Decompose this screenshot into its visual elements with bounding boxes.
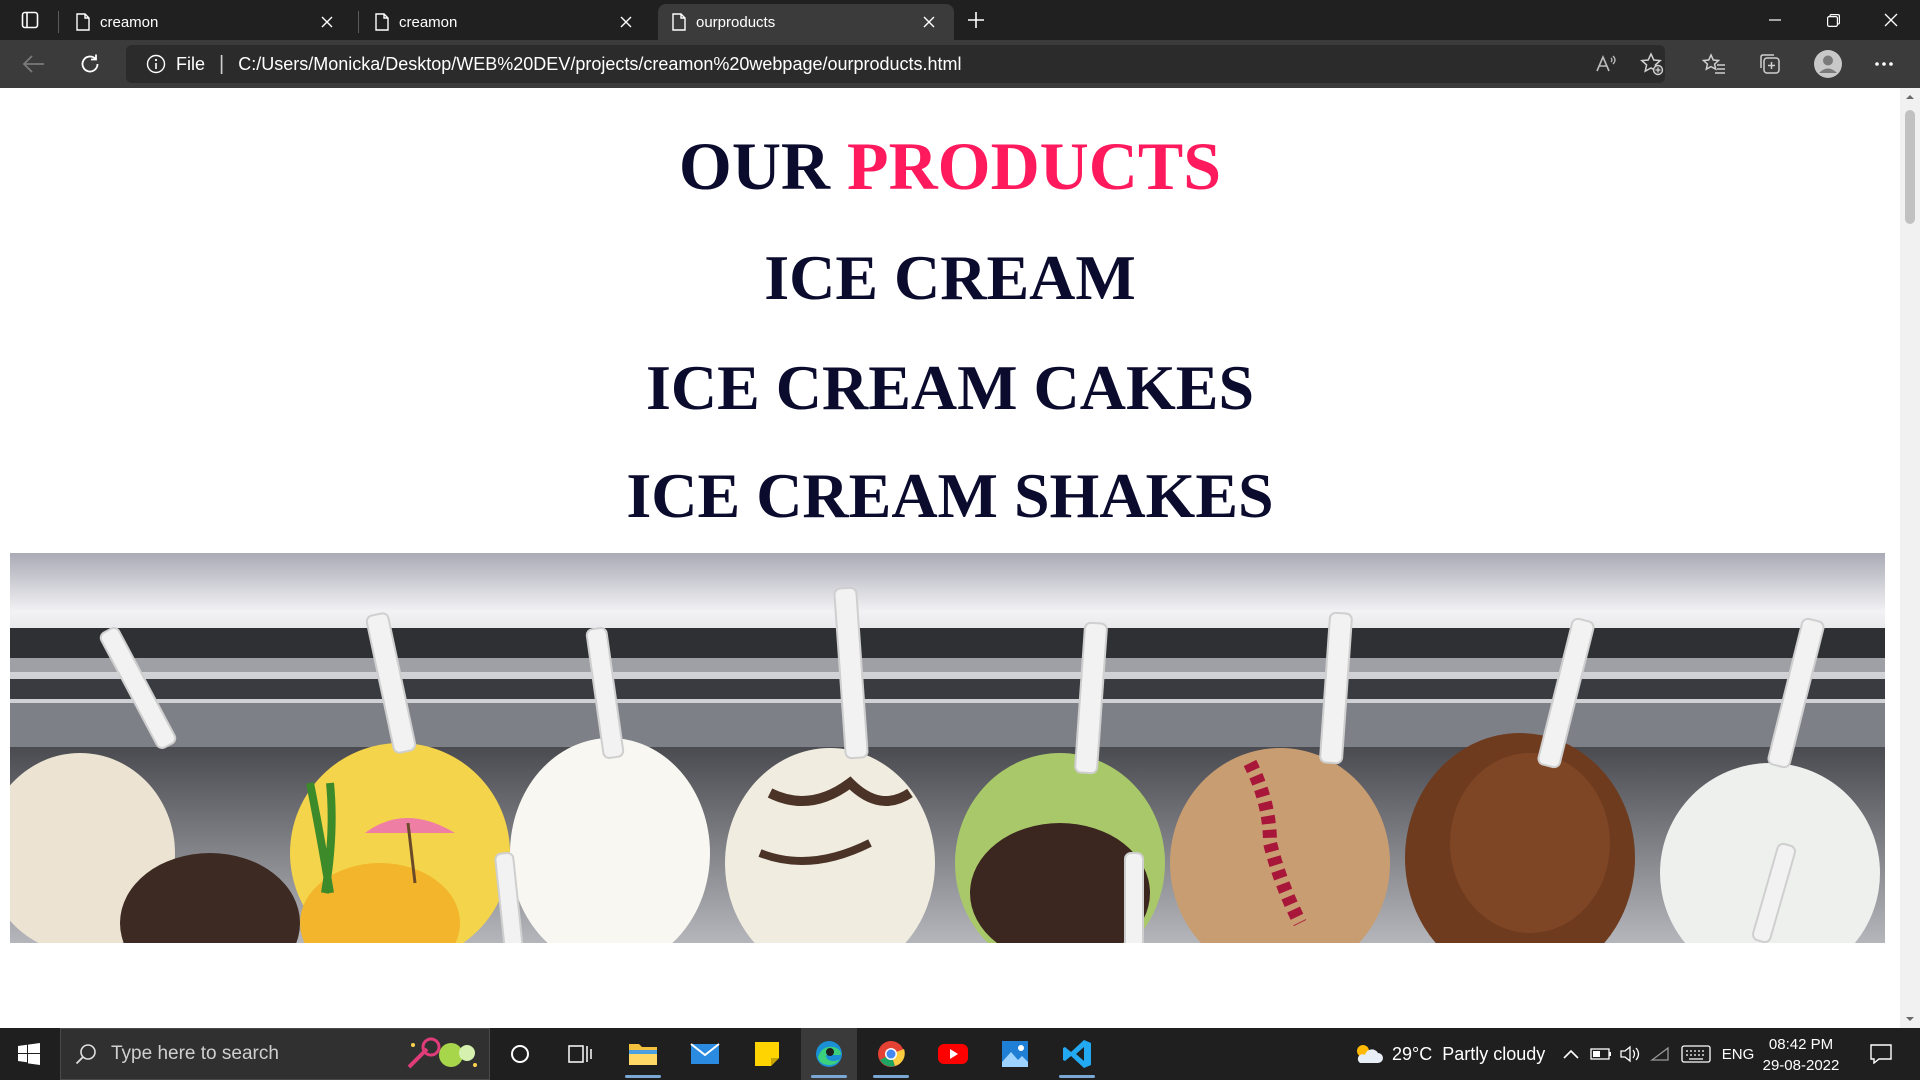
mail-app[interactable] xyxy=(677,1028,733,1080)
address-bar[interactable]: File | C:/Users/Monicka/Desktop/WEB%20DE… xyxy=(126,45,1665,83)
page-icon xyxy=(375,13,389,31)
plus-icon xyxy=(968,12,984,28)
page-icon xyxy=(76,13,90,31)
close-window-button[interactable] xyxy=(1862,0,1920,40)
url-text[interactable]: C:/Users/Monicka/Desktop/WEB%20DEV/proje… xyxy=(238,54,961,75)
sticky-notes-app[interactable] xyxy=(739,1028,795,1080)
cortana-icon xyxy=(511,1045,529,1063)
task-view-button[interactable] xyxy=(552,1028,608,1080)
edge-app[interactable] xyxy=(801,1028,857,1080)
new-tab-button[interactable] xyxy=(960,6,992,34)
tab-title: ourproducts xyxy=(696,13,776,31)
scroll-down-arrow-icon[interactable] xyxy=(1905,1014,1915,1024)
partly-cloudy-icon xyxy=(1357,1045,1383,1063)
browser-tab-bar: creamon creamon ourproducts xyxy=(0,0,1920,40)
taskbar-search[interactable]: Type here to search xyxy=(60,1028,490,1080)
volume-icon[interactable] xyxy=(1618,1028,1644,1080)
gelato-display-image xyxy=(10,553,1885,943)
tab-separator xyxy=(358,11,359,33)
windows-taskbar: Type here to search 29°C Partly cloudy E… xyxy=(0,1028,1920,1080)
close-tab-icon[interactable] xyxy=(316,11,338,33)
browser-toolbar: File | C:/Users/Monicka/Desktop/WEB%20DE… xyxy=(0,40,1920,88)
favorites-icon[interactable] xyxy=(1696,47,1732,81)
product-item-ice-cream: ICE CREAM xyxy=(764,242,1136,313)
title-part-1: OUR xyxy=(678,128,848,204)
start-button[interactable] xyxy=(0,1028,58,1080)
tab-creamon-2[interactable]: creamon xyxy=(361,4,651,40)
notification-icon xyxy=(1870,1044,1892,1064)
tab-actions-icon[interactable] xyxy=(12,6,48,34)
more-icon[interactable] xyxy=(1866,47,1902,81)
close-tab-icon[interactable] xyxy=(918,11,940,33)
product-item-ice-cream-cakes: ICE CREAM CAKES xyxy=(645,352,1255,423)
scrollbar-thumb[interactable] xyxy=(1905,110,1915,224)
battery-icon[interactable] xyxy=(1588,1028,1614,1080)
minimize-button[interactable] xyxy=(1746,0,1804,40)
clock-time: 08:42 PM xyxy=(1768,1036,1834,1053)
chevron-up-icon xyxy=(1563,1049,1579,1059)
address-separator: | xyxy=(219,52,225,75)
tab-creamon-1[interactable]: creamon xyxy=(62,4,352,40)
youtube-app[interactable] xyxy=(925,1028,981,1080)
site-info-label[interactable]: File xyxy=(176,54,205,75)
show-hidden-icons-button[interactable] xyxy=(1558,1028,1584,1080)
title-accent: PRODUCTS xyxy=(847,128,1222,204)
vscode-icon xyxy=(1063,1040,1091,1068)
mail-icon xyxy=(690,1043,720,1064)
language-indicator[interactable]: ENG xyxy=(1718,1028,1758,1080)
windows-logo-icon xyxy=(18,1043,40,1065)
folder-icon xyxy=(629,1044,657,1065)
edge-icon xyxy=(816,1041,842,1067)
search-placeholder: Type here to search xyxy=(111,1043,279,1064)
collections-icon[interactable] xyxy=(1752,47,1788,81)
scroll-up-arrow-icon[interactable] xyxy=(1905,92,1915,102)
close-icon xyxy=(1884,13,1898,27)
weather-text: 29°C Partly cloudy xyxy=(1392,1043,1546,1064)
page-scrollbar[interactable] xyxy=(1900,88,1920,1028)
file-explorer-app[interactable] xyxy=(615,1028,671,1080)
add-favorite-icon[interactable] xyxy=(1634,47,1670,81)
close-tab-icon[interactable] xyxy=(615,11,637,33)
weather-widget[interactable]: 29°C Partly cloudy xyxy=(1352,1028,1552,1080)
clock-date: 29-08-2022 xyxy=(1762,1057,1840,1074)
restore-icon xyxy=(1826,13,1840,27)
chrome-icon xyxy=(878,1041,905,1067)
cortana-button[interactable] xyxy=(496,1028,544,1080)
back-arrow-icon xyxy=(23,55,44,73)
chrome-app[interactable] xyxy=(863,1028,919,1080)
search-icon xyxy=(75,1044,96,1065)
notification-center-button[interactable] xyxy=(1858,1028,1904,1080)
taskbar-clock[interactable]: 08:42 PM 29-08-2022 xyxy=(1762,1034,1840,1076)
tab-separator xyxy=(58,11,59,33)
search-highlight-icon[interactable] xyxy=(401,1037,485,1073)
refresh-icon xyxy=(81,54,99,73)
wifi-icon[interactable] xyxy=(1648,1028,1672,1080)
minimize-icon xyxy=(1769,19,1781,21)
tab-title: creamon xyxy=(399,13,458,31)
vscode-app[interactable] xyxy=(1049,1028,1105,1080)
photos-icon xyxy=(1002,1041,1028,1067)
restore-button[interactable] xyxy=(1804,0,1862,40)
language-text: ENG xyxy=(1721,1045,1755,1063)
info-icon xyxy=(146,54,166,74)
sticky-notes-icon xyxy=(755,1042,779,1066)
youtube-icon xyxy=(938,1044,968,1064)
read-aloud-icon[interactable] xyxy=(1588,47,1624,81)
profile-icon[interactable] xyxy=(1810,47,1846,81)
product-item-ice-cream-shakes: ICE CREAM SHAKES xyxy=(626,460,1274,531)
page-title: OUR PRODUCTS xyxy=(0,126,1900,206)
keyboard-icon[interactable] xyxy=(1678,1028,1714,1080)
photos-app[interactable] xyxy=(987,1028,1043,1080)
page-icon xyxy=(672,13,686,31)
task-view-icon xyxy=(568,1045,592,1063)
back-button[interactable] xyxy=(16,47,52,81)
tab-title: creamon xyxy=(100,13,159,31)
tab-ourproducts[interactable]: ourproducts xyxy=(658,4,954,40)
refresh-button[interactable] xyxy=(72,47,108,81)
